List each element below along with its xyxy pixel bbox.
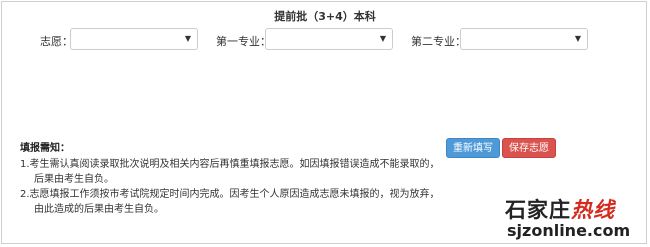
chevron-down-icon: ▼ xyxy=(379,34,386,43)
notice-line: 后果由考生自负。 xyxy=(34,174,114,185)
chevron-down-icon: ▼ xyxy=(574,34,581,43)
save-button[interactable]: 保存志愿 xyxy=(502,138,556,158)
notice-line: 1.考生需认真阅读录取批次说明及相关内容后再慎重填报志愿。如因填报错误造成不能录… xyxy=(20,159,440,170)
watermark-brand: 石家庄热线 xyxy=(505,194,615,224)
notice-title: 填报需知： xyxy=(20,143,70,154)
watermark-domain: sjzonline.com xyxy=(507,221,631,240)
first-major-label: 第一专业： xyxy=(216,35,271,48)
notice-line: 由此造成的后果由考生自负。 xyxy=(34,204,164,215)
watermark-brand-part1: 石家庄 xyxy=(505,197,571,222)
reset-button[interactable]: 重新填写 xyxy=(446,138,500,158)
watermark-brand-part2: 热线 xyxy=(571,197,615,222)
page-title: 提前批（3+4）本科 xyxy=(274,10,376,23)
volunteer-label: 志愿： xyxy=(40,35,73,48)
first-major-select[interactable]: ▼ xyxy=(265,28,393,50)
volunteer-select[interactable]: ▼ xyxy=(70,28,198,50)
second-major-label: 第二专业： xyxy=(411,35,466,48)
notice-line: 2.志愿填报工作须按市考试院规定时间内完成。因考生个人原因造成志愿未填报的，视为… xyxy=(20,189,440,200)
second-major-select[interactable]: ▼ xyxy=(460,28,588,50)
site-watermark: 石家庄热线 sjzonline.com xyxy=(505,194,645,244)
chevron-down-icon: ▼ xyxy=(184,34,191,43)
